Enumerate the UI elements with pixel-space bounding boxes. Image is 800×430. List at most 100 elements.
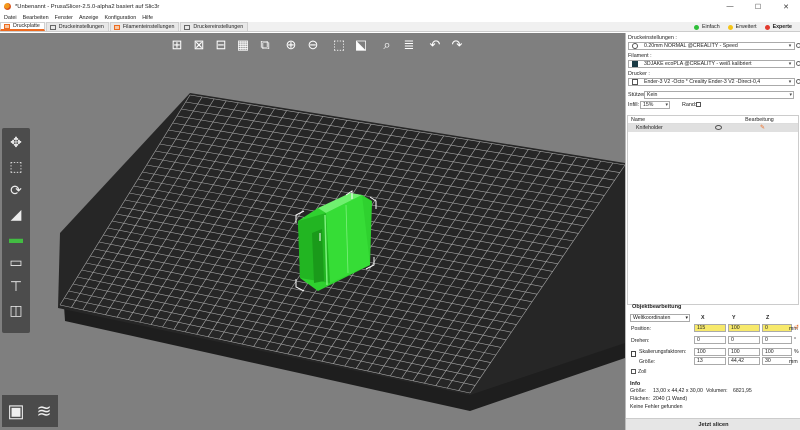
mode-simple[interactable]: Einfach <box>693 24 720 30</box>
instance-remove-icon[interactable]: ⊖ <box>304 35 322 53</box>
mode-label: Experte <box>772 24 792 30</box>
close-button[interactable]: ✕ <box>772 0 800 13</box>
coordinate-system-select[interactable]: Weltkoordinaten ▾ <box>630 314 690 322</box>
brim-checkbox[interactable] <box>696 102 701 107</box>
move-icon[interactable]: ✥ <box>4 130 28 153</box>
tab-print-settings[interactable]: Druckeinstellungen <box>45 22 109 31</box>
coord-system-value: Weltkoordinaten <box>633 315 671 321</box>
column-name[interactable]: Name <box>631 117 645 123</box>
place-on-face-icon[interactable]: ◢ <box>4 202 28 225</box>
maximize-button[interactable]: ☐ <box>744 0 772 13</box>
gear-icon[interactable] <box>796 79 800 84</box>
minimize-button[interactable]: — <box>716 0 744 13</box>
gear-icon[interactable] <box>796 61 800 66</box>
search-icon[interactable]: ⌕ <box>378 35 396 53</box>
split-objects-icon[interactable]: ⬚ <box>330 35 348 53</box>
filament-color-swatch <box>632 61 638 67</box>
rotate-x-input[interactable]: 0 <box>694 336 726 344</box>
tab-filament-settings[interactable]: Filamenteinstellungen <box>109 22 180 31</box>
size-z-input[interactable]: 30 <box>762 357 792 365</box>
reset-icon[interactable]: ↺ <box>794 324 799 331</box>
rotate-z-input[interactable]: 0 <box>762 336 792 344</box>
size-y-input[interactable]: 44,42 <box>728 357 760 365</box>
title-bar: *Unbenannt - PrusaSlicer-2.5.0-alpha2 ba… <box>0 0 800 13</box>
simplify-icon[interactable]: ◫ <box>4 298 28 321</box>
infill-select[interactable]: 15% ▾ <box>640 101 670 109</box>
tab-label: Druckeinstellungen <box>58 24 104 30</box>
eye-icon[interactable] <box>715 125 722 130</box>
rotate-icon[interactable]: ⟳ <box>4 178 28 201</box>
profile-icon <box>632 43 638 49</box>
printer-select[interactable]: Ender-3 V2 -Octo * Creality Ender-3 V2 -… <box>628 78 795 86</box>
axis-x-label: X <box>701 315 705 321</box>
tab-label: Filamenteinstellungen <box>122 24 175 30</box>
right-sidebar: Druckeinstellungen : 0.20mm NORMAL @CREA… <box>625 33 800 430</box>
info-panel: Info Größe: 13,00 x 44,42 x 30,00 Volume… <box>626 379 800 419</box>
tab-printer-settings[interactable]: Druckereinstellungen <box>180 22 249 31</box>
top-toolbar: ⊞ ⊠ ⊟ ▦ ⧉ ⊕ ⊖ ⬚ ⬕ ⌕ ≣ ↶ ↷ <box>168 35 470 53</box>
scale-z-input[interactable]: 100 <box>762 348 792 356</box>
redo-icon[interactable]: ↷ <box>448 35 466 53</box>
delete-icon[interactable]: ⊠ <box>190 35 208 53</box>
supports-select[interactable]: Kein ▾ <box>644 91 794 99</box>
delete-all-icon[interactable]: ⊟ <box>212 35 230 53</box>
scale-icon[interactable]: ⬚ <box>4 154 28 177</box>
hollow-icon[interactable]: ▭ <box>4 250 28 273</box>
add-icon[interactable]: ⊞ <box>168 35 186 53</box>
chevron-down-icon: ▾ <box>788 61 792 67</box>
size-unit: mm <box>789 359 798 365</box>
filament-label: Filament : <box>628 53 652 59</box>
instance-add-icon[interactable]: ⊕ <box>282 35 300 53</box>
rotate-y-input[interactable]: 0 <box>728 336 760 344</box>
chevron-down-icon: ▾ <box>665 102 668 108</box>
printer-icon <box>184 24 191 30</box>
info-facets-label: Flächen: <box>630 396 650 402</box>
printer-value: Ender-3 V2 -Octo * Creality Ender-3 V2 -… <box>644 79 761 85</box>
info-size-value: 13,00 x 44,42 x 30,00 <box>653 388 703 394</box>
infill-label: Infill: <box>628 102 640 108</box>
gear-icon <box>49 24 56 30</box>
split-parts-icon[interactable]: ⬕ <box>352 35 370 53</box>
menu-configuration[interactable]: Konfiguration <box>104 15 136 21</box>
position-x-input[interactable]: 115 <box>694 324 726 332</box>
tab-bar: Druckplatte Druckeinstellungen Filamente… <box>0 22 800 32</box>
mode-advanced[interactable]: Erweitert <box>727 24 757 30</box>
inch-checkbox[interactable] <box>631 369 636 374</box>
object-list: Name Bearbeitung Knifeholder ✎ <box>627 115 799 305</box>
prusaslicer-logo-icon <box>4 3 11 10</box>
3d-viewport[interactable]: ⊞ ⊠ ⊟ ▦ ⧉ ⊕ ⊖ ⬚ ⬕ ⌕ ≣ ↶ ↷ ✥ ⬚ ⟳ ◢ ▬ ▭ ⊤ … <box>0 33 625 430</box>
cut-icon[interactable]: ▬ <box>4 226 28 249</box>
menu-edit[interactable]: Bearbeiten <box>23 15 49 21</box>
menu-view[interactable]: Anzeige <box>79 15 98 21</box>
list-item[interactable]: Knifeholder ✎ <box>628 124 798 132</box>
scale-y-input[interactable]: 100 <box>728 348 760 356</box>
position-label: Position: <box>631 326 651 332</box>
object-name: Knifeholder <box>636 125 663 131</box>
position-y-input[interactable]: 100 <box>728 324 760 332</box>
print-settings-select[interactable]: 0.20mm NORMAL @CREALITY - Speed ▾ <box>628 42 795 50</box>
3d-view-icon[interactable]: ▣ <box>2 395 30 427</box>
gear-icon[interactable] <box>796 43 800 48</box>
position-z-input[interactable]: 0 <box>762 324 792 332</box>
size-x-input[interactable]: 13 <box>694 357 726 365</box>
filament-select[interactable]: 3DJAKE ecoPLA @CREALITY - weiß kalibrier… <box>628 60 795 68</box>
preview-layers-icon[interactable]: ≋ <box>30 395 58 427</box>
edit-icon[interactable]: ✎ <box>760 124 765 131</box>
column-edit[interactable]: Bearbeitung <box>745 117 774 123</box>
copy-icon[interactable]: ⧉ <box>256 35 274 53</box>
lock-icon[interactable] <box>631 351 636 357</box>
scale-x-input[interactable]: 100 <box>694 348 726 356</box>
menu-window[interactable]: Fenster <box>55 15 73 21</box>
paint-supports-icon[interactable]: ⊤ <box>4 274 28 297</box>
menu-file[interactable]: Datei <box>4 15 17 21</box>
tab-plater[interactable]: Druckplatte <box>0 22 45 31</box>
info-volume-label: Volumen: <box>706 388 728 394</box>
undo-icon[interactable]: ↶ <box>426 35 444 53</box>
brim-label: Rand: <box>682 102 697 108</box>
prusaslicer-window: *Unbenannt - PrusaSlicer-2.5.0-alpha2 ba… <box>0 0 800 430</box>
arrange-icon[interactable]: ▦ <box>234 35 252 53</box>
slice-now-button[interactable]: Jetzt slicen <box>626 418 800 430</box>
mode-expert[interactable]: Experte <box>764 24 792 30</box>
layers-icon[interactable]: ≣ <box>400 35 418 53</box>
menu-help[interactable]: Hilfe <box>142 15 153 21</box>
